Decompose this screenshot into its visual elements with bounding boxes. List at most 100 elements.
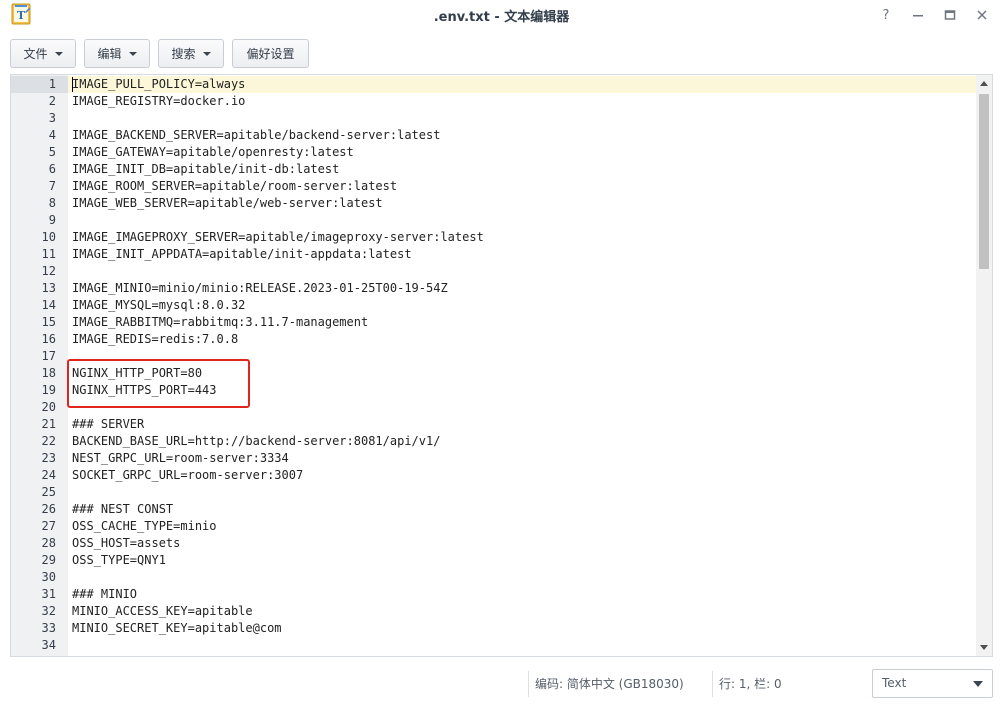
code-line[interactable]: 27 OSS_CACHE_TYPE=minio: [11, 518, 977, 535]
code-line[interactable]: 25: [11, 484, 977, 501]
code-line[interactable]: 9: [11, 212, 977, 229]
line-text[interactable]: IMAGE_IMAGEPROXY_SERVER=apitable/imagepr…: [72, 229, 484, 246]
title-bar: T .env.txt - 文本编辑器 ?: [0, 0, 1003, 30]
syntax-language-select[interactable]: Text: [872, 669, 993, 698]
line-text[interactable]: MINIO_SECRET_KEY=apitable@com: [72, 620, 282, 637]
code-line[interactable]: 15 IMAGE_RABBITMQ=rabbitmq:3.11.7-managem…: [11, 314, 977, 331]
line-number: 29: [41, 553, 56, 567]
line-text[interactable]: IMAGE_BACKEND_SERVER=apitable/backend-se…: [72, 127, 440, 144]
code-line[interactable]: 11 IMAGE_INIT_APPDATA=apitable/init-appda…: [11, 246, 977, 263]
code-line[interactable]: 22 BACKEND_BASE_URL=http://backend-server…: [11, 433, 977, 450]
code-line[interactable]: 1 IMAGE_PULL_POLICY=always: [11, 76, 977, 93]
line-text[interactable]: NEST_GRPC_URL=room-server:3334: [72, 450, 289, 467]
code-line[interactable]: 5 IMAGE_GATEWAY=apitable/openresty:latest: [11, 144, 977, 161]
line-number: 8: [48, 196, 56, 210]
vertical-scrollbar[interactable]: [976, 75, 992, 656]
line-text[interactable]: IMAGE_MINIO=minio/minio:RELEASE.2023-01-…: [72, 280, 448, 297]
code-line[interactable]: 28 OSS_HOST=assets: [11, 535, 977, 552]
code-line[interactable]: 2 IMAGE_REGISTRY=docker.io: [11, 93, 977, 110]
line-number: 23: [41, 451, 56, 465]
chevron-down-icon: [973, 681, 983, 687]
scroll-down-icon[interactable]: [980, 645, 988, 650]
window-title: .env.txt - 文本编辑器: [433, 10, 570, 25]
line-number: 18: [41, 366, 56, 380]
code-line[interactable]: 23 NEST_GRPC_URL=room-server:3334: [11, 450, 977, 467]
code-line[interactable]: 32 MINIO_ACCESS_KEY=apitable: [11, 603, 977, 620]
code-editor[interactable]: 1 IMAGE_PULL_POLICY=always 2 IMAGE_REGISTRY…: [10, 74, 993, 657]
code-line[interactable]: 3: [11, 110, 977, 127]
line-number: 22: [41, 434, 56, 448]
line-text[interactable]: IMAGE_PULL_POLICY=always: [72, 76, 245, 93]
encoding-status[interactable]: 编码: 简体中文 (GB18030): [528, 671, 684, 697]
code-line[interactable]: 4 IMAGE_BACKEND_SERVER=apitable/backend-s…: [11, 127, 977, 144]
help-button[interactable]: ?: [875, 4, 897, 26]
line-number: 7: [48, 179, 56, 193]
line-text[interactable]: OSS_CACHE_TYPE=minio: [72, 518, 217, 535]
line-text[interactable]: IMAGE_GATEWAY=apitable/openresty:latest: [72, 144, 354, 161]
line-number: 9: [48, 213, 56, 227]
line-number: 33: [41, 621, 56, 635]
line-text[interactable]: ### NEST CONST: [72, 501, 173, 518]
annotation-highlight-box: [67, 359, 250, 408]
line-text[interactable]: IMAGE_MYSQL=mysql:8.0.32: [72, 297, 245, 314]
code-line[interactable]: 31 ### MINIO: [11, 586, 977, 603]
line-number: 32: [41, 604, 56, 618]
code-line[interactable]: 21 ### SERVER: [11, 416, 977, 433]
line-number: 11: [41, 247, 56, 261]
scroll-up-icon[interactable]: [980, 81, 988, 86]
code-line[interactable]: 6 IMAGE_INIT_DB=apitable/init-db:latest: [11, 161, 977, 178]
code-line[interactable]: 7 IMAGE_ROOM_SERVER=apitable/room-server:…: [11, 178, 977, 195]
line-text[interactable]: IMAGE_INIT_DB=apitable/init-db:latest: [72, 161, 339, 178]
code-line[interactable]: 24 SOCKET_GRPC_URL=room-server:3007: [11, 467, 977, 484]
line-text[interactable]: MINIO_ACCESS_KEY=apitable: [72, 603, 253, 620]
toolbar: 文件 编辑 搜索 偏好设置: [10, 39, 309, 68]
cursor-position-status: 行: 1, 栏: 0: [712, 671, 782, 697]
line-number: 3: [48, 111, 56, 125]
line-number: 27: [41, 519, 56, 533]
code-line[interactable]: 12: [11, 263, 977, 280]
line-text[interactable]: IMAGE_REGISTRY=docker.io: [72, 93, 245, 110]
code-line[interactable]: 26 ### NEST CONST: [11, 501, 977, 518]
line-text[interactable]: OSS_TYPE=QNY1: [72, 552, 166, 569]
line-number: 28: [41, 536, 56, 550]
line-text[interactable]: SOCKET_GRPC_URL=room-server:3007: [72, 467, 303, 484]
line-text[interactable]: ### SERVER: [72, 416, 144, 433]
text-cursor: [72, 77, 73, 92]
code-line[interactable]: 13 IMAGE_MINIO=minio/minio:RELEASE.2023-0…: [11, 280, 977, 297]
code-line[interactable]: 30: [11, 569, 977, 586]
maximize-button[interactable]: [939, 4, 961, 26]
line-number: 5: [48, 145, 56, 159]
code-line[interactable]: 8 IMAGE_WEB_SERVER=apitable/web-server:la…: [11, 195, 977, 212]
code-line[interactable]: 10 IMAGE_IMAGEPROXY_SERVER=apitable/image…: [11, 229, 977, 246]
line-text[interactable]: BACKEND_BASE_URL=http://backend-server:8…: [72, 433, 440, 450]
edit-menu-button[interactable]: 编辑: [84, 39, 150, 68]
minimize-button[interactable]: [907, 4, 929, 26]
line-text[interactable]: IMAGE_WEB_SERVER=apitable/web-server:lat…: [72, 195, 383, 212]
code-line[interactable]: 34: [11, 637, 977, 654]
code-line[interactable]: 14 IMAGE_MYSQL=mysql:8.0.32: [11, 297, 977, 314]
line-number: 26: [41, 502, 56, 516]
search-menu-button[interactable]: 搜索: [158, 39, 224, 68]
line-text[interactable]: OSS_HOST=assets: [72, 535, 180, 552]
line-number: 1: [48, 77, 56, 91]
code-line[interactable]: 29 OSS_TYPE=QNY1: [11, 552, 977, 569]
preferences-button[interactable]: 偏好设置: [232, 39, 309, 68]
close-button[interactable]: [971, 4, 993, 26]
code-line[interactable]: 33 MINIO_SECRET_KEY=apitable@com: [11, 620, 977, 637]
line-number: 20: [41, 400, 56, 414]
line-text[interactable]: ### MINIO: [72, 586, 137, 603]
line-number: 19: [41, 383, 56, 397]
line-number: 14: [41, 298, 56, 312]
maximize-icon: [944, 10, 956, 20]
line-number: 12: [41, 264, 56, 278]
file-menu-button[interactable]: 文件: [10, 39, 76, 68]
line-text[interactable]: IMAGE_ROOM_SERVER=apitable/room-server:l…: [72, 178, 397, 195]
line-text[interactable]: IMAGE_REDIS=redis:7.0.8: [72, 331, 238, 348]
line-text[interactable]: IMAGE_INIT_APPDATA=apitable/init-appdata…: [72, 246, 412, 263]
line-number: 6: [48, 162, 56, 176]
close-icon: [977, 10, 987, 20]
chevron-down-icon: [202, 51, 211, 56]
scrollbar-thumb[interactable]: [979, 94, 989, 269]
line-text[interactable]: IMAGE_RABBITMQ=rabbitmq:3.11.7-managemen…: [72, 314, 368, 331]
code-line[interactable]: 16 IMAGE_REDIS=redis:7.0.8: [11, 331, 977, 348]
